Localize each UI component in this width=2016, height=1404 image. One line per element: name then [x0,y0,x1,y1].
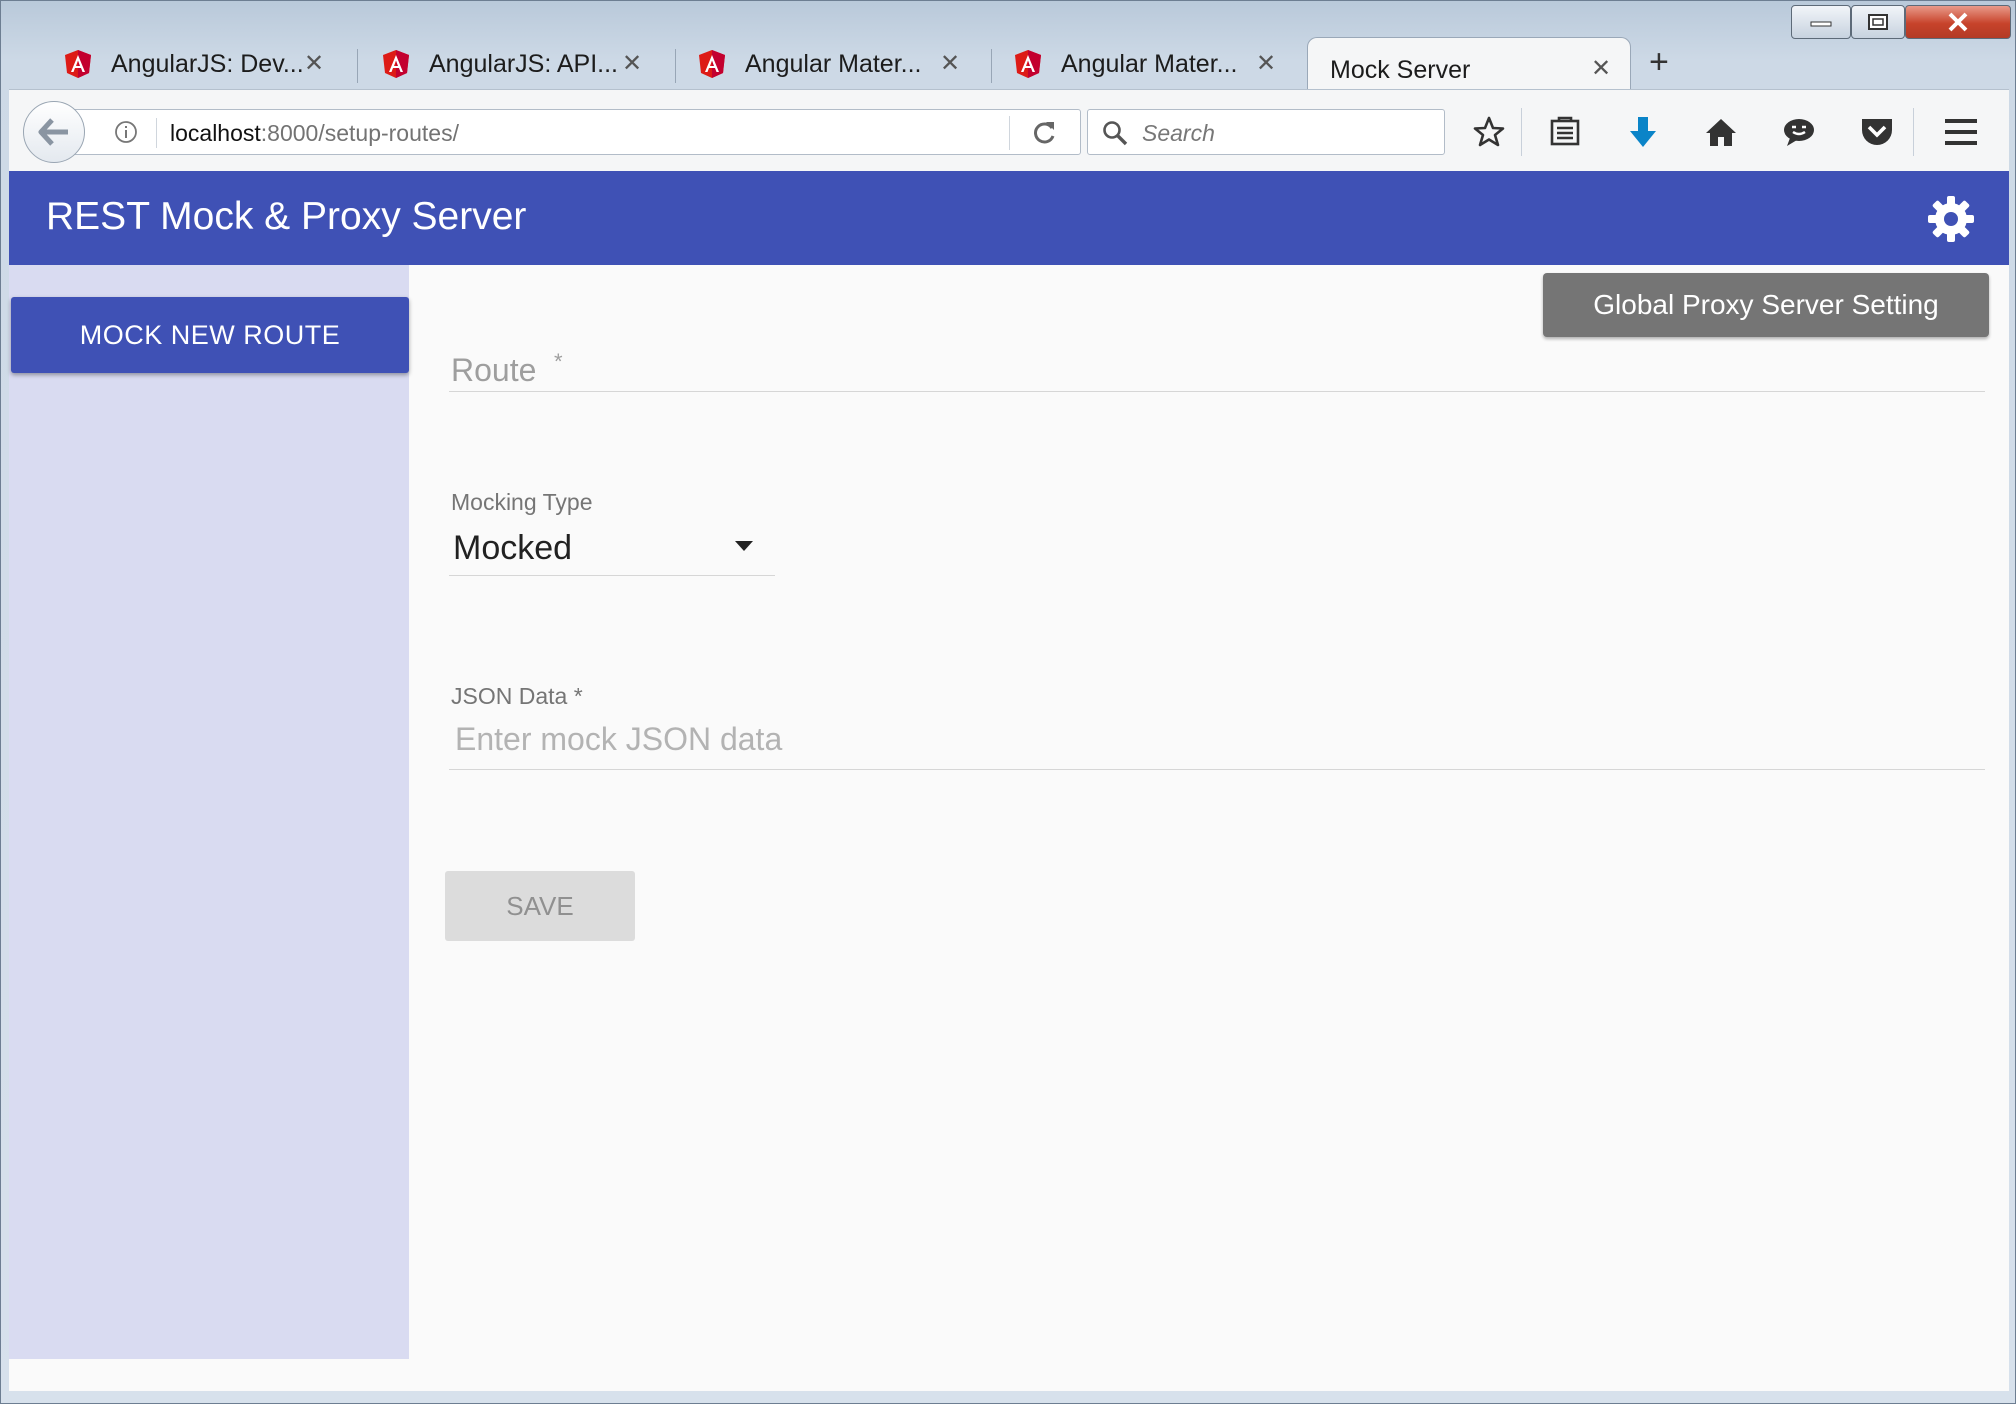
app-toolbar: REST Mock & Proxy Server [9,171,2009,265]
search-bar[interactable] [1087,109,1445,155]
hamburger-menu-icon[interactable] [1941,112,1981,152]
tab-angularjs-dev[interactable]: AngularJS: Dev... ✕ [63,39,343,89]
angular-icon [65,50,91,78]
save-button[interactable]: SAVE [445,871,635,941]
mocking-type-label: Mocking Type [451,489,593,515]
url-path: :8000/setup-routes/ [260,120,459,146]
home-icon[interactable] [1701,112,1741,152]
browser-window: AngularJS: Dev... ✕ AngularJS: API... ✕ … [0,0,2016,1404]
global-proxy-setting-button[interactable]: Global Proxy Server Setting [1543,273,1989,337]
json-underline [449,769,1985,770]
angular-icon [383,50,409,78]
info-icon[interactable] [114,120,138,144]
window-controls [1791,5,2011,41]
close-tab-icon[interactable]: ✕ [939,51,961,77]
dropdown-arrow-icon[interactable] [735,541,753,551]
url-host: localhost [170,120,261,146]
restore-icon [1868,14,1888,30]
minimize-icon [1810,21,1832,27]
mocking-type-value[interactable]: Mocked [453,529,572,568]
tab-separator [991,49,992,83]
url-divider [156,118,157,148]
tab-label: Angular Mater... [1061,49,1238,78]
tab-label: AngularJS: API... [429,49,618,78]
star-bookmark-icon[interactable] [1469,112,1509,152]
required-mark: * [554,349,563,374]
new-tab-icon[interactable]: + [1649,45,1669,79]
pocket-icon[interactable] [1857,112,1897,152]
close-tab-icon[interactable]: ✕ [621,51,643,77]
tab-angular-material-2[interactable]: Angular Mater... ✕ [1013,39,1295,89]
tab-label: Mock Server [1330,56,1471,84]
json-data-label: JSON Data * [451,683,583,709]
tab-label: AngularJS: Dev... [111,49,304,78]
app-title: REST Mock & Proxy Server [46,195,527,238]
reload-icon[interactable] [1030,119,1058,147]
restore-button[interactable] [1851,5,1905,39]
navigation-bar: localhost:8000/setup-routes/ [9,89,2009,171]
tab-separator [357,49,358,83]
tab-angularjs-api[interactable]: AngularJS: API... ✕ [381,39,661,89]
toolbar-separator [1521,108,1522,156]
gear-icon[interactable] [1927,195,1975,243]
json-data-input[interactable] [453,715,1977,763]
toolbar-separator [1913,108,1914,156]
chat-icon[interactable] [1779,112,1819,152]
tab-angular-material-1[interactable]: Angular Mater... ✕ [697,39,979,89]
download-icon[interactable] [1623,112,1663,152]
close-tab-icon[interactable]: ✕ [1255,51,1277,77]
close-tab-icon[interactable]: ✕ [303,51,325,77]
close-icon [1948,12,1968,32]
tab-separator [675,49,676,83]
tab-label: Angular Mater... [745,49,922,78]
angular-icon [1015,50,1041,78]
url-text[interactable]: localhost:8000/setup-routes/ [170,120,459,147]
search-icon [1103,121,1128,146]
route-input[interactable] [449,345,1983,395]
web-page: REST Mock & Proxy Server MOCK NEW ROUTE … [9,171,2009,1391]
mock-new-route-button[interactable]: MOCK NEW ROUTE [11,297,409,373]
window-close-button[interactable] [1905,5,2011,39]
back-button[interactable] [23,101,85,163]
minimize-button[interactable] [1791,5,1851,39]
route-underline [449,391,1985,392]
select-underline [449,575,775,576]
angular-icon [699,50,725,78]
sidenav: MOCK NEW ROUTE [9,265,409,1359]
address-bar[interactable]: localhost:8000/setup-routes/ [63,109,1081,155]
reader-list-icon[interactable] [1545,112,1585,152]
back-arrow-icon [38,118,68,146]
url-divider [1009,116,1010,150]
search-input[interactable] [1140,117,1434,149]
close-tab-icon[interactable]: ✕ [1590,56,1612,82]
